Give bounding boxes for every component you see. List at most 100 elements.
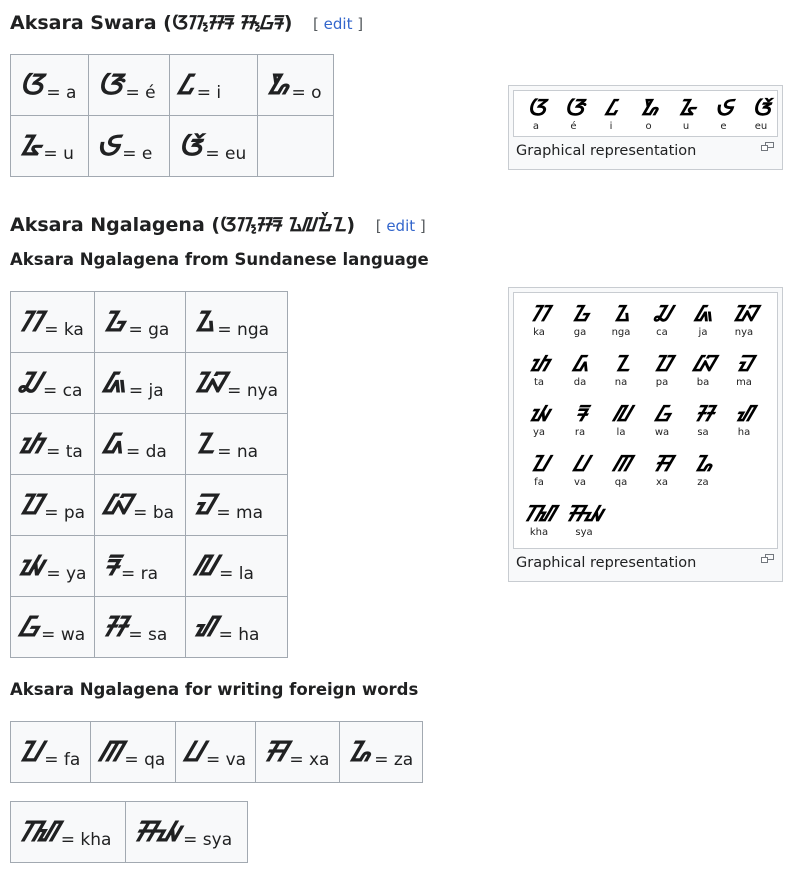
figure-glyph-cell: ᮉ eu [742, 97, 780, 133]
sundanese-glyph: ᮜ [194, 549, 216, 582]
swara-figure-image[interactable]: ᮃ a ᮆ é ᮄ i ᮇ o ᮅ u ᮈ e ᮉ eu [513, 90, 778, 137]
swara-figure: ᮃ a ᮆ é ᮄ i ᮇ o ᮅ u ᮈ e ᮉ eu Graphical representation [508, 85, 783, 170]
table-cell: ᮕ = pa [10, 474, 95, 536]
table-cell: ᮓ = da [94, 413, 186, 475]
sundanese-glyph: ᮝ [19, 610, 38, 643]
table-cell: ᮚ = ya [10, 535, 95, 597]
figure-glyph-label: na [614, 377, 628, 388]
figure-glyph-cell: ᮛ ra [561, 403, 599, 439]
figure-glyph-cell: ᮌ ga [561, 303, 599, 339]
table-row: ᮅ = u ᮈ = e ᮉ = eu [10, 115, 334, 177]
figure-glyph: ᮋ [612, 452, 631, 477]
table-cell: ᮈ = e [88, 115, 170, 177]
sundanese-glyph: ᮉ [178, 129, 202, 162]
ngalagena-subheading-1: Aksara Ngalagena from Sundanese language [10, 250, 429, 269]
figure-glyph-label: e [720, 121, 727, 132]
figure-glyph-cell: ᮐ za [684, 453, 722, 489]
sundanese-glyph: ᮍ [194, 305, 214, 338]
table-cell: ᮑ = nya [185, 352, 288, 414]
table-cell: ᮎ = ca [10, 352, 95, 414]
latin-value: wa [60, 624, 86, 645]
ngalagena-heading-row: Aksara Ngalagena (ᮃᮊ᮪ᮞᮛ ᮍᮜᮌᮨᮔ) [ edit ] [10, 211, 426, 238]
figure-glyph: ᮜ [612, 402, 630, 427]
latin-value: qa [144, 749, 166, 770]
figure-glyph-label: ka [533, 327, 545, 338]
figure-glyph-cell: ᮟ xa [643, 453, 681, 489]
enlarge-icon[interactable] [761, 142, 774, 151]
figure-glyph-label: u [682, 121, 690, 132]
swara-edit-link[interactable]: edit [324, 15, 353, 33]
latin-value: fa [63, 749, 81, 770]
table-row: ᮝ = wa ᮞ = sa ᮠ = ha [10, 596, 288, 658]
table-row: ᮎ = ca ᮏ = ja ᮑ = nya [10, 352, 288, 414]
latin-value: ca [62, 380, 83, 401]
sundanese-glyph: ᮄ [178, 68, 194, 101]
figure-glyph-label: sya [575, 527, 593, 538]
figure-glyph-cell: ᮓ da [561, 353, 599, 389]
latin-value: la [238, 563, 254, 584]
latin-value: ka [63, 319, 84, 340]
latin-value: i [216, 82, 222, 103]
sundanese-glyph: ᮎ [19, 366, 40, 399]
figure-glyph: ᮗ [573, 452, 588, 477]
figure-glyph-label: xa [655, 477, 669, 488]
figure-glyph-label: la [616, 427, 626, 438]
figure-glyph-cell: ᮄi [592, 97, 630, 133]
latin-value: pa [63, 502, 86, 523]
figure-glyph-label: pa [655, 377, 669, 388]
latin-value: ba [152, 502, 175, 523]
sundanese-glyph: ᮐ [348, 735, 371, 768]
table-cell: ᮋ = qa [90, 721, 176, 783]
figure-glyph-cell: ᮔ na [602, 353, 640, 389]
latin-value: ha [238, 624, 260, 645]
table-cell: ᮜ = la [185, 535, 288, 597]
figure-glyph-label: ha [737, 427, 751, 438]
table-cell: ᮞ = sa [94, 596, 186, 658]
figure-glyph: ᮕ [653, 352, 671, 377]
figure-glyph-label: va [573, 477, 587, 488]
sundanese-glyph: ᮑ [194, 366, 224, 399]
figure-glyph: ᮃ [526, 96, 546, 121]
figure-glyph: ᮄ [605, 96, 617, 121]
enlarge-icon[interactable] [761, 554, 774, 563]
ngalagena-edit-link[interactable]: edit [386, 217, 415, 235]
figure-glyph: ᮏ [694, 302, 713, 327]
figure-glyph-cell: ᮕ pa [643, 353, 681, 389]
swara-heading: Aksara Swara (ᮃᮊ᮪ᮞᮛ ᮞ᮪ᮝᮛ) [ edit ] [10, 9, 363, 36]
figure-glyph: ᮟ [653, 452, 672, 477]
swara-heading-text: Aksara Swara [10, 12, 157, 34]
table-cell: ᮍ = nga [185, 291, 288, 353]
figure-glyph-cell: ᮠ ha [725, 403, 763, 439]
figure-glyph: ᮊ [530, 302, 548, 327]
swara-heading-script: (ᮃᮊ᮪ᮞᮛ ᮞ᮪ᮝᮛ) [163, 12, 293, 34]
figure-glyph-cell: ᮑ nya [725, 303, 763, 339]
latin-value: za [393, 749, 414, 770]
figure-glyph-label: nga [611, 327, 631, 338]
figure-glyph: ᮞ [694, 402, 713, 427]
table-cell: ᮠ = ha [185, 596, 288, 658]
table-cell: ᮌ = ga [94, 291, 186, 353]
figure-glyph-cell: ᮖ fa [520, 453, 558, 489]
latin-value: a [66, 82, 77, 103]
foreign-table-1: ᮖ = fa ᮋ = qa ᮗ = va ᮟ = xa ᮐ = za [10, 721, 423, 783]
sundanese-glyph: ᮒ [19, 427, 43, 460]
latin-value: va [225, 749, 247, 770]
latin-value: o [311, 82, 322, 103]
figure-glyph-label: sa [697, 427, 709, 438]
latin-value: é [145, 82, 156, 103]
latin-value: na [236, 441, 259, 462]
swara-table: ᮃ = a ᮆ = é ᮄ = i ᮇ = o ᮅ = u ᮈ = e ᮉ = eu [10, 54, 334, 177]
latin-value: ra [140, 563, 159, 584]
figure-glyph-label: eu [754, 121, 768, 132]
sundanese-glyph: ᮋ [99, 735, 121, 768]
ngalagena-figure-image[interactable]: ᮊ ka ᮌ ga ᮍ nga ᮎ ca ᮏ ja ᮑ nya ᮒ ta ᮓ da ᮔ na ᮕ pa ᮘ ba ᮙ ma ᮚ y… [513, 292, 778, 549]
latin-value: sya [202, 829, 233, 850]
figure-glyph-label: ba [696, 377, 710, 388]
figure-glyph-cell: ᮇo [630, 97, 668, 133]
latin-value: e [141, 143, 153, 164]
ngalagena-subheading-2-row: Aksara Ngalagena for writing foreign wor… [10, 680, 418, 699]
figure-glyph-label: o [645, 121, 652, 132]
sundanese-glyph: ᮟ [264, 735, 286, 768]
figure-glyph: ᮘ [692, 352, 714, 377]
latin-value: kha [80, 829, 112, 850]
